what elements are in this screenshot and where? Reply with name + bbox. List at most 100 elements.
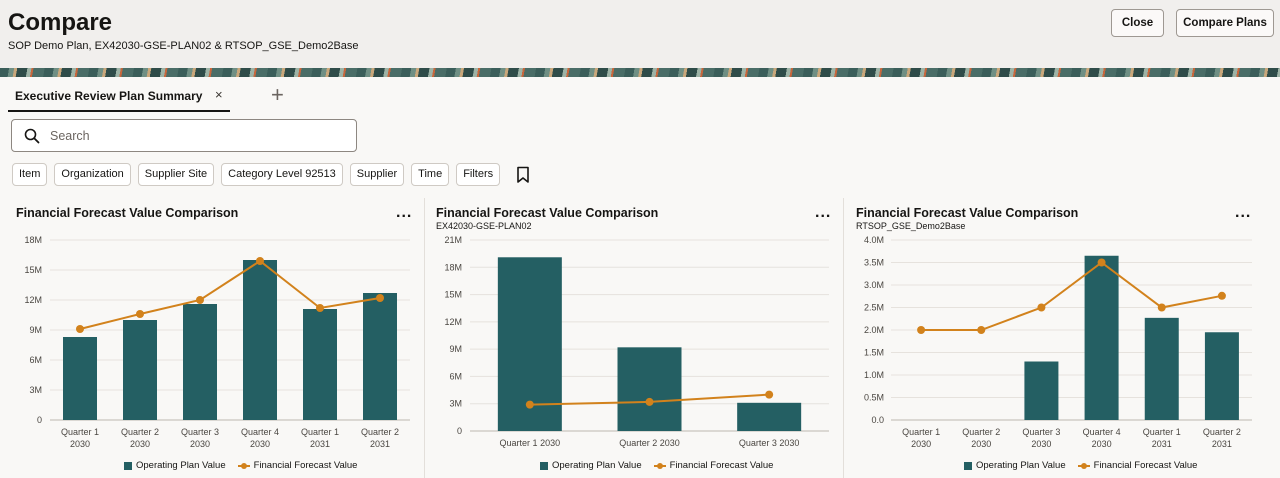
x-tick-label: 2031	[370, 439, 390, 449]
x-tick-label: Quarter 3	[1022, 427, 1060, 437]
x-tick-label: Quarter 4	[241, 427, 279, 437]
y-tick-label: 15M	[24, 265, 42, 275]
y-tick-label: 6M	[449, 371, 462, 381]
point-financial-forecast-value	[645, 397, 654, 406]
page-header: Compare SOP Demo Plan, EX42030-GSE-PLAN0…	[0, 0, 1280, 68]
search-box[interactable]	[11, 119, 357, 152]
search-icon	[24, 128, 40, 144]
x-tick-label: Quarter 3 2030	[739, 438, 800, 448]
tab-label: Executive Review Plan Summary	[15, 89, 203, 103]
y-tick-label: 4.0M	[864, 235, 884, 245]
bar-operating-plan-value	[1084, 255, 1119, 420]
x-tick-label: Quarter 3	[181, 427, 219, 437]
filter-chip-time[interactable]: Time	[411, 163, 450, 186]
y-tick-label: 2.0M	[864, 325, 884, 335]
x-tick-label: Quarter 1	[902, 427, 940, 437]
y-tick-label: 18M	[444, 262, 462, 272]
point-financial-forecast-value	[1037, 303, 1046, 312]
y-tick-label: 9M	[29, 325, 42, 335]
legend-label: Operating Plan Value	[136, 460, 226, 471]
filter-chip-supplier[interactable]: Supplier	[349, 163, 405, 186]
y-tick-label: 3.0M	[864, 280, 884, 290]
point-financial-forecast-value	[525, 400, 534, 409]
bar-operating-plan-value	[183, 304, 217, 420]
x-tick-label: 2030	[1092, 439, 1112, 449]
legend-label: Operating Plan Value	[552, 460, 642, 471]
y-tick-label: 9M	[449, 344, 462, 354]
search-input[interactable]	[50, 127, 340, 145]
filter-bar: Item Organization Supplier Site Category…	[12, 163, 531, 186]
legend-label: Financial Forecast Value	[1093, 460, 1198, 471]
chart-plot: 18M 15M 12M 9M 6M 3M 0 Quarter 1 2030 Quarter 2 20…	[24, 235, 410, 449]
x-tick-label: Quarter 4	[1083, 427, 1121, 437]
bar-operating-plan-value	[737, 402, 802, 431]
chart-plot: 4.0M 3.5M 3.0M 2.5M 2.0M 1.5M 1.0M 0.5M 0.0 Quart…	[864, 235, 1252, 449]
point-financial-forecast-value	[1097, 258, 1106, 267]
point-financial-forecast-value	[977, 326, 986, 334]
legend-item[interactable]: Financial Forecast Value	[237, 460, 358, 471]
point-financial-forecast-value	[376, 294, 384, 302]
x-tick-label: Quarter 2	[361, 427, 399, 437]
add-tab-icon[interactable]: +	[271, 84, 284, 106]
legend-label: Operating Plan Value	[976, 460, 1066, 471]
compare-plans-button[interactable]: Compare Plans	[1176, 9, 1274, 37]
x-tick-label: Quarter 1	[61, 427, 99, 437]
y-tick-label: 15M	[444, 290, 462, 300]
x-tick-label: 2030	[911, 439, 931, 449]
close-button[interactable]: Close	[1111, 9, 1164, 37]
close-tab-icon[interactable]: ×	[215, 87, 223, 102]
point-financial-forecast-value	[76, 325, 84, 333]
legend-swatch	[540, 461, 548, 470]
point-financial-forecast-value	[765, 390, 774, 399]
x-tick-label: Quarter 1 2030	[500, 438, 561, 448]
filter-chip-organization[interactable]: Organization	[54, 163, 131, 186]
chart-panel-sop-demo-plan: Financial Forecast Value Comparison ... …	[0, 198, 424, 478]
legend-item[interactable]: Operating Plan Value	[540, 460, 642, 471]
x-tick-label: 2031	[310, 439, 330, 449]
filter-chip-filters[interactable]: Filters	[456, 163, 501, 186]
x-tick-label: Quarter 2	[121, 427, 159, 437]
filter-chip-category-level[interactable]: Category Level 92513	[221, 163, 343, 186]
x-tick-label: 2030	[70, 439, 90, 449]
chart-panel-ex42030-gse-plan02: Financial Forecast Value Comparison EX42…	[420, 198, 844, 478]
bookmark-icon[interactable]	[515, 166, 531, 184]
legend-label: Financial Forecast Value	[253, 460, 358, 471]
point-financial-forecast-value	[196, 296, 204, 304]
tab-executive-review-plan-summary[interactable]: Executive Review Plan Summary ×	[8, 86, 230, 112]
y-tick-label: 0.0	[871, 415, 884, 425]
legend-item[interactable]: Financial Forecast Value	[653, 460, 774, 471]
x-tick-label: 2030	[250, 439, 270, 449]
legend-item[interactable]: Operating Plan Value	[124, 460, 226, 471]
legend-swatch	[124, 461, 132, 470]
y-tick-label: 2.5M	[864, 303, 884, 313]
filter-chip-supplier-site[interactable]: Supplier Site	[137, 163, 215, 186]
legend-swatch	[1077, 462, 1090, 470]
y-tick-label: 1.5M	[864, 348, 884, 358]
page-title: Compare	[8, 9, 113, 36]
x-tick-label: Quarter 2 2030	[619, 438, 680, 448]
page-subtitle: SOP Demo Plan, EX42030-GSE-PLAN02 & RTSO…	[8, 40, 359, 52]
y-tick-label: 3.5M	[864, 258, 884, 268]
y-tick-label: 1.0M	[864, 370, 884, 380]
bar-operating-plan-value	[363, 293, 397, 420]
chart-legend: Operating Plan Value Financial Forecast V…	[540, 460, 773, 471]
legend-label: Financial Forecast Value	[669, 460, 774, 471]
point-financial-forecast-value	[136, 310, 144, 318]
x-tick-label: Quarter 1	[1143, 427, 1181, 437]
x-tick-label: 2030	[130, 439, 150, 449]
legend-swatch	[653, 462, 666, 470]
legend-swatch	[964, 461, 972, 470]
bar-operating-plan-value	[1204, 332, 1239, 420]
y-tick-label: 21M	[444, 235, 462, 245]
point-financial-forecast-value	[316, 304, 324, 312]
y-tick-label: 3M	[449, 399, 462, 409]
point-financial-forecast-value	[917, 326, 926, 334]
filter-chip-item[interactable]: Item	[12, 163, 48, 186]
bar-operating-plan-value	[123, 320, 157, 420]
legend-item[interactable]: Financial Forecast Value	[1077, 460, 1198, 471]
legend-item[interactable]: Operating Plan Value	[964, 460, 1066, 471]
chart-panel-rtsop-gse-demo2base: Financial Forecast Value Comparison RTSO…	[840, 198, 1280, 478]
bar-operating-plan-value	[243, 260, 277, 420]
y-tick-label: 0.5M	[864, 393, 884, 403]
bar-operating-plan-value	[1144, 317, 1179, 420]
